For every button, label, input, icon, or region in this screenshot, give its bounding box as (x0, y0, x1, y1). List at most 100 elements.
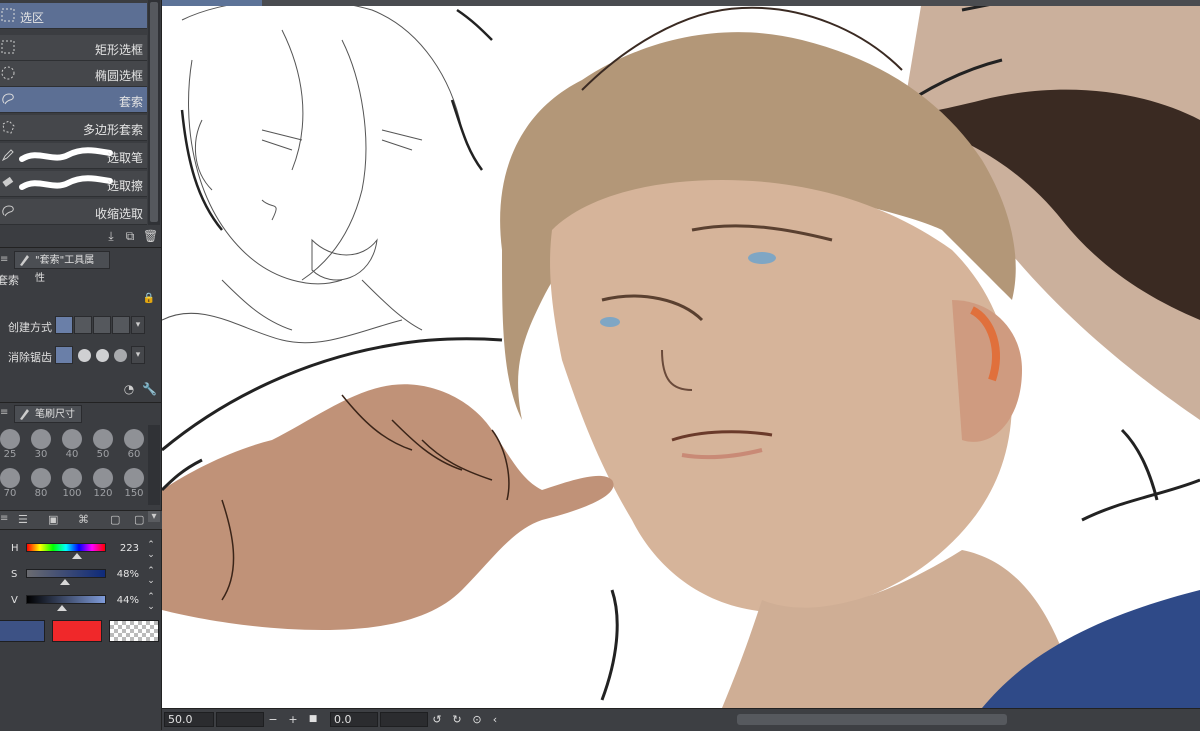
rotate-left-icon[interactable]: ↺ (430, 712, 444, 727)
flip-icon[interactable]: ‹ (488, 712, 502, 727)
antialias-label: 消除锯齿 (8, 351, 52, 364)
create-mode-new-button[interactable] (55, 316, 73, 334)
create-mode-dropdown[interactable]: ▾ (131, 316, 145, 334)
sub-tool-label: 选取笔 (106, 151, 143, 165)
brush-dot-icon (93, 429, 113, 449)
antialias-weak-button[interactable] (78, 349, 91, 362)
fit-view-button[interactable]: ■ (306, 712, 320, 727)
value-spinner[interactable]: ⌃ ⌄ (145, 592, 157, 612)
menu-icon[interactable]: ≡ (0, 407, 8, 418)
lock-icon[interactable]: 🔒 (142, 292, 156, 306)
brush-size-preset[interactable]: 100 (57, 466, 87, 500)
transparent-color-swatch[interactable] (109, 620, 159, 642)
color-slider-tab-icon[interactable]: ☰ (18, 513, 28, 526)
brush-size-preset[interactable]: 60 (119, 427, 149, 461)
brush-size-preset[interactable]: 120 (88, 466, 118, 500)
sub-tool-rect-select[interactable]: 矩形选框 (0, 35, 147, 61)
panel-collapse-icon[interactable]: ▾ (148, 511, 160, 522)
duplicate-icon[interactable]: ⧉ (123, 229, 137, 243)
brush-dot-icon (93, 468, 113, 488)
brush-icon (18, 252, 30, 266)
brush-dot-icon (0, 429, 20, 449)
sub-tool-label: 椭圆选框 (94, 69, 143, 83)
sub-tool-lasso[interactable]: 套索 (0, 87, 147, 113)
color-history-tab-icon[interactable]: ⌘ (78, 513, 89, 526)
color-wheel-tab-icon[interactable]: ▢ (110, 513, 120, 526)
brush-size-preset[interactable]: 25 (0, 427, 25, 461)
brush-size-preset[interactable]: 80 (26, 466, 56, 500)
import-icon[interactable]: ⤓ (104, 229, 118, 243)
create-mode-intersect-button[interactable] (112, 316, 130, 334)
stroke-preview-icon (19, 175, 113, 190)
sub-tool-ellipse-select[interactable]: 椭圆选框 (0, 61, 147, 87)
left-panel: 选区 矩形选框 椭圆选框 套索 多边形套索 选取笔 选取擦 收缩选取 ⤓ ⧉ 🗑… (0, 0, 162, 730)
side-strip (0, 540, 10, 610)
brush-size-label: 80 (34, 488, 48, 499)
brush-size-preset[interactable]: 70 (0, 466, 25, 500)
trash-icon[interactable]: 🗑 (143, 229, 158, 243)
value-slider[interactable] (26, 595, 106, 604)
brush-size-preset[interactable]: 50 (88, 427, 118, 461)
sub-tool-title-label: 选区 (20, 11, 45, 25)
antialias-strong-button[interactable] (114, 349, 127, 362)
create-mode-add-button[interactable] (74, 316, 92, 334)
create-mode-subtract-button[interactable] (93, 316, 111, 334)
rotate-right-icon[interactable]: ↻ (450, 712, 464, 727)
brush-size-preset[interactable]: 150 (119, 466, 149, 500)
value-label: V (11, 595, 18, 606)
create-mode-label: 创建方式 (8, 321, 52, 334)
sub-tool-selection-pen[interactable]: 选取笔 (0, 143, 147, 169)
zoom-slider[interactable] (216, 712, 264, 727)
canvas[interactable] (162, 0, 1200, 708)
saturation-slider-handle[interactable] (60, 579, 70, 585)
polyline-lasso-icon (1, 120, 15, 134)
hue-value[interactable]: 223 (103, 543, 139, 554)
brush-size-label: 50 (96, 449, 110, 460)
reset-rotation-icon[interactable]: ⊙ (470, 712, 484, 727)
hue-spinner[interactable]: ⌃ ⌄ (145, 540, 157, 560)
rotation-slider[interactable] (380, 712, 428, 727)
saturation-spinner[interactable]: ⌃ ⌄ (145, 566, 157, 586)
selection-pen-icon (1, 148, 15, 162)
menu-icon[interactable]: ≡ (0, 254, 8, 265)
antialias-dropdown[interactable]: ▾ (131, 346, 145, 364)
brush-size-icon (18, 406, 30, 420)
brush-dot-icon (62, 468, 82, 488)
value-slider-handle[interactable] (57, 605, 67, 611)
sub-color-swatch[interactable] (52, 620, 102, 642)
hue-slider-handle[interactable] (72, 553, 82, 559)
zoom-in-button[interactable]: + (286, 712, 300, 727)
antialias-none-button[interactable] (55, 346, 73, 364)
zoom-out-button[interactable]: − (266, 712, 280, 727)
brush-size-preset[interactable]: 30 (26, 427, 56, 461)
canvas-tab[interactable] (162, 0, 262, 6)
brush-size-label: 25 (3, 449, 17, 460)
horizontal-scrollbar[interactable] (737, 714, 1007, 725)
selection-icon (1, 8, 15, 22)
brush-size-preset[interactable]: 40 (57, 427, 87, 461)
main-color-swatch[interactable] (0, 620, 45, 642)
saturation-value[interactable]: 48% (103, 569, 139, 580)
saturation-label: S (11, 569, 18, 580)
reset-icon[interactable]: ◔ (122, 382, 136, 396)
wrench-icon[interactable]: 🔧 (142, 382, 157, 396)
sub-tool-shrink-select[interactable]: 收缩选取 (0, 199, 147, 225)
saturation-slider[interactable] (26, 569, 106, 578)
rotation-field[interactable]: 0.0 (330, 712, 378, 727)
menu-icon[interactable]: ≡ (0, 513, 8, 524)
sub-tool-polyline-lasso[interactable]: 多边形套索 (0, 115, 147, 141)
shrink-select-icon (1, 204, 15, 218)
color-set-tab-icon[interactable]: ▣ (48, 513, 58, 526)
color-intermediate-tab-icon[interactable]: ▢ (134, 513, 144, 526)
brush-dot-icon (124, 468, 144, 488)
sub-tool-scrollbar[interactable] (148, 0, 160, 225)
value-value[interactable]: 44% (103, 595, 139, 606)
sub-tool-selection-eraser[interactable]: 选取擦 (0, 171, 147, 197)
tool-name: 套索 (0, 274, 19, 287)
tab-brush-size-label: 笔刷尺寸 (35, 409, 75, 420)
antialias-mid-button[interactable] (96, 349, 109, 362)
brush-size-scrollbar[interactable] (148, 425, 160, 505)
brush-size-label: 60 (127, 449, 141, 460)
zoom-field[interactable]: 50.0 (164, 712, 214, 727)
hue-slider[interactable] (26, 543, 106, 552)
